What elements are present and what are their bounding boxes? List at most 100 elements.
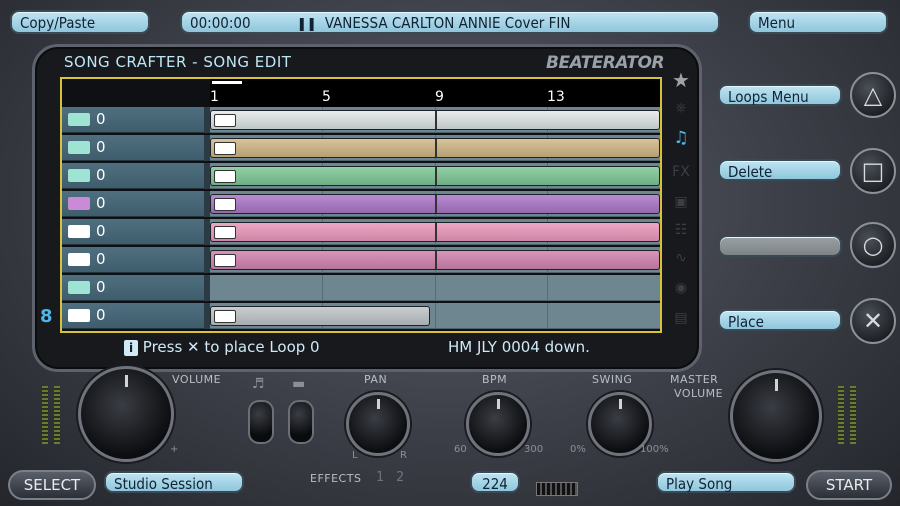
pan-knob[interactable] [346,392,410,456]
track-label[interactable]: 0 [62,163,204,189]
status-hint-text: Press ✕ to place Loop 0 [142,338,320,356]
octave-indicator: 8 [40,306,53,327]
music-note-icon[interactable]: ♫ [670,128,692,148]
mute-toggle[interactable] [248,400,274,444]
bpm-knob[interactable] [466,392,530,456]
fx-icon[interactable]: FX [670,164,692,182]
clip-keyboard-icon [214,254,236,267]
loop-icon [68,309,90,322]
effect-1-button[interactable]: 1 [376,470,385,485]
mixer-icon[interactable]: ▤ [670,310,692,328]
track-label[interactable]: 0 [62,303,204,329]
clip-keyboard-icon [214,226,236,239]
swing-min-label: 0% [570,444,586,455]
track-row[interactable]: 0 [62,135,660,161]
track-lane[interactable] [210,219,660,245]
effects-label: EFFECTS [310,472,362,485]
square-button[interactable]: □ [850,148,896,194]
studio-session-button[interactable]: Studio Session [104,471,244,493]
track-lane[interactable] [210,135,660,161]
loop-clip[interactable] [210,138,660,158]
copy-paste-button[interactable]: Copy/Paste [10,10,150,34]
level-meter-right [850,386,856,444]
cross-icon: ✕ [862,307,884,335]
track-label[interactable]: 0 [62,191,204,217]
headphones-icon[interactable]: ⎈ [670,100,692,118]
sequencer-icon[interactable]: ▣ [670,194,692,212]
pause-icon: ❚❚ [296,17,317,32]
keyboard-icon[interactable]: ☷ [670,222,692,240]
bpm-max-label: 300 [524,444,544,455]
track-label[interactable]: 0 [62,219,204,245]
cross-button[interactable]: ✕ [850,298,896,344]
song-title: VANESSA CARLTON ANNIE Cover FIN [324,14,571,32]
track-label[interactable]: 0 [62,247,204,273]
track-row[interactable]: 0 [62,247,660,273]
track-lane[interactable] [210,107,660,133]
track-label[interactable]: 0 [62,107,204,133]
solo-toggle[interactable] [288,400,314,444]
empty-slot-button[interactable] [718,235,842,257]
menu-label: Menu [758,14,796,32]
track-row[interactable]: 0 [62,219,660,245]
track-row[interactable]: 0 [62,163,660,189]
play-song-button[interactable]: Play Song [656,471,796,493]
keyboard-icon [68,141,90,154]
copy-paste-label: Copy/Paste [20,14,96,32]
keyboard-icon [68,169,90,182]
level-meter-left [42,386,48,444]
keyboard-icon [68,197,90,210]
loop-clip[interactable] [210,250,660,270]
memory-card-icon [536,482,578,496]
volume-knob[interactable] [78,366,174,462]
delete-button[interactable]: Delete [718,159,842,181]
master-volume-knob[interactable] [730,370,822,462]
triangle-button[interactable]: △ [850,72,896,118]
clip-divider [435,139,437,157]
level-meter-right [838,386,844,444]
knob-indicator [125,375,128,387]
track-row[interactable]: 0 [62,191,660,217]
track-label[interactable]: 0 [62,135,204,161]
place-button[interactable]: Place [718,309,842,331]
track-value: 0 [96,250,106,268]
track-lane[interactable] [210,191,660,217]
track-row[interactable]: 0 [62,303,660,329]
bar-ruler: 1 5 9 13 [210,79,660,107]
playhead[interactable] [212,81,242,84]
clip-keyboard-icon [214,198,236,211]
loop-clip[interactable] [210,222,660,242]
delete-label: Delete [728,163,773,181]
volume-label: VOLUME [172,373,222,386]
loops-menu-button[interactable]: Loops Menu [718,84,842,106]
track-lane[interactable] [210,163,660,189]
speaker-icon: ▬ [292,376,306,392]
menu-button[interactable]: Menu [748,10,888,34]
track-value: 0 [96,278,106,296]
grid-line [435,303,436,329]
effect-2-button[interactable]: 2 [396,470,405,485]
loop-clip[interactable] [210,166,660,186]
track-lane[interactable] [210,247,660,273]
song-grid: 1 5 9 13 0 0 0 0 0 0 0 0 [60,77,662,333]
star-icon[interactable]: ★ [670,68,692,92]
status-hint: i Press ✕ to place Loop 0 [124,338,320,356]
grid-line [322,275,323,301]
bar-number: 5 [322,89,331,105]
track-row[interactable]: 0 [62,107,660,133]
circle-icon: ○ [862,231,884,259]
track-lane[interactable] [210,275,660,301]
track-value: 0 [96,110,106,128]
select-button[interactable]: SELECT [8,470,96,500]
start-button[interactable]: START [806,470,892,500]
volume-plus: + [170,444,179,455]
track-label[interactable]: 0 [62,275,204,301]
circle-button[interactable]: ○ [850,222,896,268]
track-row[interactable]: 0 [62,275,660,301]
loop-clip[interactable] [210,110,660,130]
loop-clip[interactable] [210,306,430,326]
track-lane[interactable] [210,303,660,329]
record-icon[interactable]: ◉ [670,280,692,298]
loop-clip[interactable] [210,194,660,214]
waveform-icon[interactable]: ∿ [670,250,692,268]
